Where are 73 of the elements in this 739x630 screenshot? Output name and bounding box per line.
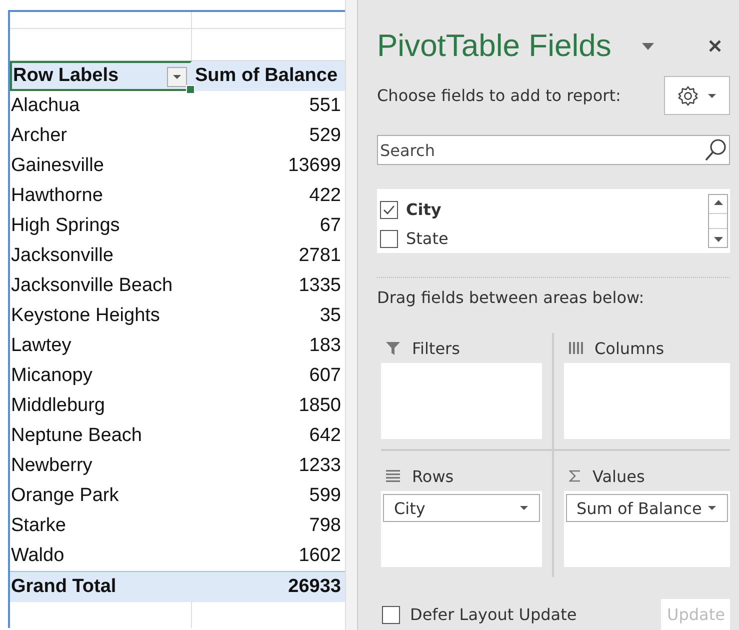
row-label: Alachua [10,94,81,118]
row-label: Middleburg [10,394,106,418]
table-cell-text: 607 [308,364,342,388]
rows-icon [386,470,400,482]
scrollbar[interactable] [345,0,358,630]
field-name[interactable]: City [406,200,442,219]
row-label: Lawtey [10,334,72,358]
row-label: Grand Total [10,575,118,599]
scroll-thumb[interactable] [709,213,727,229]
row-label: Gainesville [10,154,105,178]
row-label: Orange Park [10,484,120,508]
checkbox[interactable] [380,230,398,248]
settings-icon [677,84,699,106]
scroll-down-icon [714,237,722,242]
table-cell-text: 1335 [298,274,342,298]
caret-icon [172,74,182,80]
prompt-text: Choose fields to add to report: [377,86,621,105]
checkmark-icon [383,204,395,214]
row-label: High Springs [10,214,121,238]
scroll-up-icon [714,200,722,205]
area-label: Values [592,466,645,486]
area-label: Filters [412,338,460,358]
table-cell-text: 529 [308,124,342,148]
filter-icon [386,341,400,355]
search-icon[interactable] [704,138,728,162]
field-dropdown[interactable]: Sum of Balance [566,494,728,522]
table-cell-text: 798 [308,514,342,538]
caret-icon[interactable] [642,42,654,50]
table-cell-text: 1850 [298,394,342,418]
settings-button[interactable] [664,76,730,115]
caret-icon [707,505,717,511]
table-cell-text: 35 [318,304,342,328]
table-cell-text: 1233 [298,454,342,478]
filter-dropdown-button[interactable] [167,67,187,87]
checkbox[interactable] [380,200,398,218]
row-label: Hawthorne [10,184,104,208]
checkbox-label[interactable]: Defer Layout Update [410,605,577,624]
table-cell-text: 183 [308,334,342,358]
scrollbar[interactable] [708,194,728,248]
row-label: Keystone Heights [10,304,161,328]
table-cell-text: 599 [308,484,342,508]
table-cell-text: 26933 [287,575,342,599]
table-cell-text: 2781 [298,244,342,268]
instruction-text: Drag fields between areas below: [377,288,646,307]
row-label: Newberry [10,454,94,478]
table-cell-text: 13699 [287,154,342,178]
checkbox[interactable] [382,606,400,624]
table-cell-text: 642 [308,424,342,448]
fill-handle[interactable] [186,85,195,94]
columns-icon [568,342,582,354]
row-label: Neptune Beach [10,424,143,448]
row-label: Jacksonville Beach [10,274,174,298]
row-label: Archer [10,124,68,148]
table-cell-text: 1602 [298,544,342,568]
table-cell-text: 551 [308,94,342,118]
row-label: Waldo [10,544,66,568]
search-field[interactable]: Search [377,135,730,165]
column-header: Row Labels [13,65,119,87]
field-name[interactable]: State [406,229,448,248]
panel-title: PivotTable Fields [377,28,612,64]
field-dropdown[interactable]: City [383,494,540,522]
column-header: Sum of Balance [194,64,339,88]
caret-icon [518,505,528,511]
table-cell-text: 422 [308,184,342,208]
sigma-icon [568,470,580,482]
caret-icon [707,92,717,98]
row-label: Jacksonville [10,244,114,268]
table-cell-text: 67 [318,214,342,238]
area-label: Rows [412,466,454,486]
row-label: Starke [10,514,67,538]
area-label: Columns [594,338,664,358]
row-label: Micanopy [10,364,94,388]
close-icon[interactable] [708,39,722,53]
